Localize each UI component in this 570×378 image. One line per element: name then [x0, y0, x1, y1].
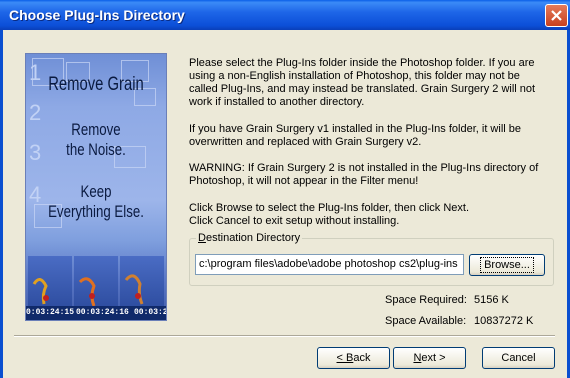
- instruction-paragraph: Please select the Plug-Ins folder inside…: [189, 57, 536, 108]
- cancel-button[interactable]: Cancel: [482, 347, 555, 369]
- parrot-image: [32, 274, 144, 307]
- banner-number: 1: [29, 60, 42, 85]
- back-button[interactable]: < Back: [317, 347, 390, 369]
- window-border-left: [0, 30, 3, 378]
- instruction-paragraph: Click Browse to select the Plug-Ins fold…: [189, 202, 470, 214]
- timecode: 0:03:24:15: [26, 308, 75, 317]
- space-required-label: Space Required:: [385, 294, 467, 306]
- next-button-label: Next >: [413, 352, 446, 364]
- next-button[interactable]: Next >: [393, 347, 466, 369]
- space-available-label: Space Available:: [385, 315, 467, 327]
- close-icon: [551, 10, 562, 21]
- instruction-paragraph: If you have Grain Surgery v1 installed i…: [189, 123, 522, 148]
- timecode: 00:03:24:16: [76, 308, 129, 317]
- space-available-value: 10837272 K: [474, 315, 534, 327]
- banner-number: 4: [29, 182, 42, 207]
- banner-line: the Noise.: [66, 140, 126, 159]
- cancel-button-label: Cancel: [501, 352, 536, 364]
- banner-line: Everything Else.: [48, 202, 144, 221]
- banner-line: Keep: [80, 182, 112, 201]
- divider: [14, 335, 555, 337]
- banner-heading: Remove Grain: [48, 74, 144, 95]
- close-button[interactable]: [545, 4, 568, 27]
- banner-number: 3: [29, 140, 42, 165]
- destination-label: Destination Directory: [196, 232, 303, 244]
- browse-button[interactable]: Browse...: [469, 254, 545, 276]
- instruction-paragraph: Click Cancel to exit setup without insta…: [189, 215, 400, 227]
- window-title: Choose Plug-Ins Directory: [9, 7, 185, 23]
- destination-path-field[interactable]: c:\program files\adobe\adobe photoshop c…: [195, 254, 464, 275]
- warning-paragraph: WARNING: If Grain Surgery 2 is not insta…: [189, 162, 539, 187]
- timecode: 00:03:2: [134, 308, 167, 317]
- title-bar[interactable]: Choose Plug-Ins Directory: [0, 0, 570, 30]
- banner-line: Remove: [71, 120, 121, 139]
- banner-number: 2: [29, 100, 42, 125]
- banner-image: 1 2 3 4 Remove Grain Remove the Noise. K…: [25, 53, 167, 321]
- setup-dialog: Choose Plug-Ins Directory 1 2 3 4 Remove…: [0, 0, 570, 378]
- browse-button-label: Browse...: [480, 257, 534, 273]
- space-required-value: 5156 K: [474, 294, 509, 306]
- back-button-label: < Back: [336, 352, 371, 364]
